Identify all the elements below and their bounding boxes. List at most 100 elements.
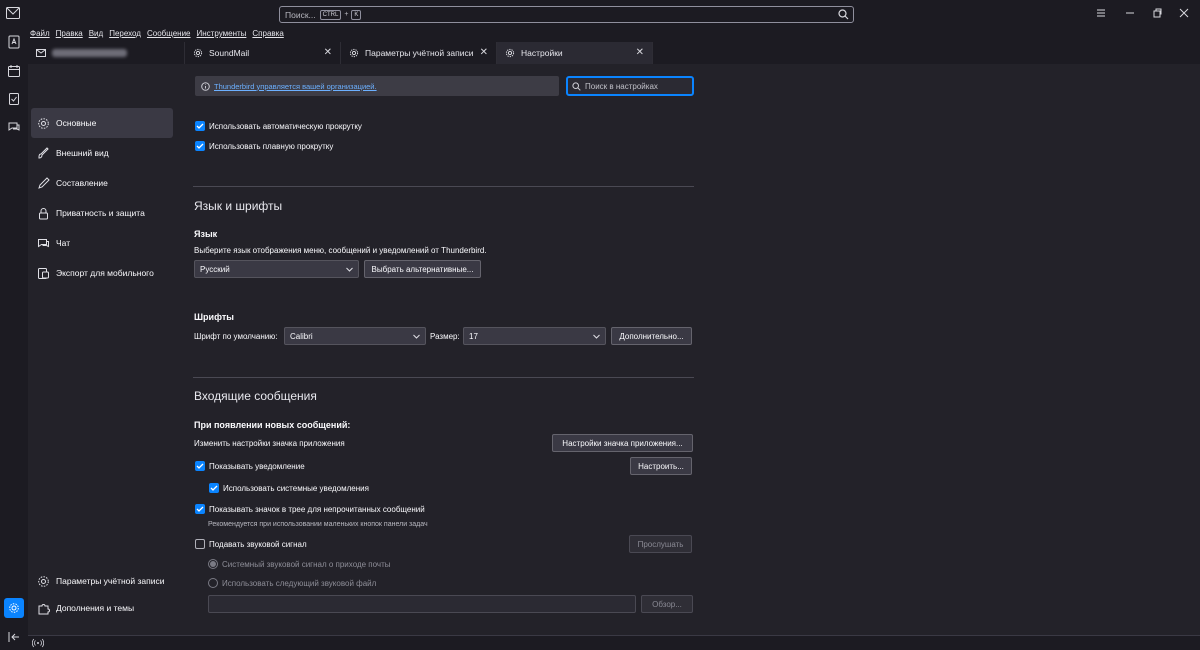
sound-file-path-input[interactable] bbox=[208, 595, 636, 613]
app-icon-settings-label: Изменить настройки значка приложения bbox=[194, 439, 345, 448]
find-in-settings-input[interactable]: Поиск в настройках bbox=[566, 76, 694, 96]
tray-icon-checkbox[interactable]: Показывать значок в трее для непрочитанн… bbox=[195, 504, 425, 514]
select-value: Русский bbox=[200, 264, 230, 274]
menu-file[interactable]: Файл bbox=[30, 29, 50, 41]
pencil-icon bbox=[38, 176, 50, 189]
nav-item-appearance[interactable]: Внешний вид bbox=[31, 138, 173, 168]
gear-icon bbox=[38, 575, 49, 587]
advanced-fonts-button[interactable]: Дополнительно... bbox=[611, 327, 692, 345]
mail-icon[interactable] bbox=[6, 7, 20, 19]
tab-label: Параметры учётной записи bbox=[365, 48, 474, 58]
system-notifications-checkbox[interactable]: Использовать системные уведомления bbox=[209, 483, 369, 493]
info-icon bbox=[201, 81, 210, 91]
nav-item-privacy[interactable]: Приватность и защита bbox=[31, 198, 173, 228]
settings-icon bbox=[505, 48, 515, 58]
default-font-label: Шрифт по умолчанию: bbox=[194, 332, 278, 341]
radio-unselected-icon bbox=[208, 578, 218, 588]
tasks-icon[interactable] bbox=[7, 92, 21, 106]
choose-alternative-languages-button[interactable]: Выбрать альтернативные... bbox=[364, 260, 481, 278]
find-placeholder: Поиск в настройках bbox=[585, 81, 658, 91]
nav-item-addons[interactable]: Дополнения и темы bbox=[31, 593, 173, 623]
address-book-icon[interactable] bbox=[7, 35, 21, 49]
menu-go[interactable]: Переход bbox=[109, 29, 141, 41]
section-divider bbox=[193, 377, 694, 378]
nav-item-general[interactable]: Основные bbox=[31, 108, 173, 138]
maximize-icon[interactable] bbox=[1151, 7, 1163, 19]
chat-icon[interactable] bbox=[7, 120, 21, 134]
tab-soundmail[interactable]: SoundMail ✕ bbox=[185, 42, 341, 64]
spaces-toolbar bbox=[0, 28, 28, 650]
nav-label: Основные bbox=[56, 118, 97, 128]
menu-view[interactable]: Вид bbox=[89, 29, 103, 41]
online-status-icon[interactable] bbox=[32, 638, 44, 648]
menu-help[interactable]: Справка bbox=[252, 29, 283, 41]
minimize-icon[interactable] bbox=[1124, 7, 1136, 19]
menu-message[interactable]: Сообщение bbox=[147, 29, 191, 41]
font-size-select[interactable]: 17 bbox=[463, 327, 606, 345]
show-notification-checkbox[interactable]: Показывать уведомление bbox=[195, 461, 305, 471]
settings-icon bbox=[349, 48, 359, 58]
gear-icon bbox=[38, 117, 49, 129]
tab-mail[interactable] bbox=[28, 42, 185, 64]
calendar-icon[interactable] bbox=[7, 64, 21, 78]
tab-bar: SoundMail ✕ Параметры учётной записи ✕ Н… bbox=[28, 42, 1200, 64]
nav-item-mobile-export[interactable]: Экспорт для мобильного bbox=[31, 258, 173, 288]
gear-icon bbox=[9, 603, 19, 613]
app-menu-icon[interactable] bbox=[1095, 7, 1107, 19]
status-bar bbox=[28, 635, 1200, 650]
auto-scroll-checkbox[interactable]: Использовать автоматическую прокрутку bbox=[195, 121, 362, 131]
app-icon-settings-button[interactable]: Настройки значка приложения... bbox=[552, 434, 693, 452]
menu-bar: Файл Правка Вид Переход Сообщение Инстру… bbox=[30, 29, 284, 41]
close-tab-icon[interactable]: ✕ bbox=[480, 47, 488, 58]
checkbox-label: Использовать плавную прокрутку bbox=[209, 141, 334, 151]
play-sound-checkbox[interactable]: Подавать звуковой сигнал bbox=[195, 539, 307, 549]
mobile-icon bbox=[38, 267, 49, 279]
checkbox-label: Показывать уведомление bbox=[209, 461, 305, 471]
menu-edit[interactable]: Правка bbox=[56, 29, 83, 41]
preview-sound-button[interactable]: Прослушать bbox=[629, 535, 692, 553]
settings-space-button[interactable] bbox=[4, 598, 24, 618]
font-size-label: Размер: bbox=[430, 332, 460, 341]
brush-icon bbox=[38, 146, 49, 159]
tab-label: SoundMail bbox=[209, 48, 250, 58]
checkbox-unchecked-icon bbox=[195, 539, 205, 549]
fonts-heading: Шрифты bbox=[194, 312, 234, 322]
smooth-scroll-checkbox[interactable]: Использовать плавную прокрутку bbox=[195, 141, 333, 151]
default-font-select[interactable]: Calibri bbox=[284, 327, 426, 345]
search-placeholder: Поиск... bbox=[285, 9, 316, 20]
kbd-plus: + bbox=[344, 11, 349, 18]
close-tab-icon[interactable]: ✕ bbox=[636, 47, 644, 58]
radio-label: Системный звуковой сигнал о приходе почт… bbox=[222, 559, 391, 569]
nav-item-composition[interactable]: Составление bbox=[31, 168, 173, 198]
tab-settings[interactable]: Настройки ✕ bbox=[497, 42, 653, 64]
chevron-down-icon bbox=[593, 334, 600, 339]
section-title-language-fonts: Язык и шрифты bbox=[194, 199, 283, 213]
language-select[interactable]: Русский bbox=[194, 260, 359, 278]
nav-item-account-settings[interactable]: Параметры учётной записи bbox=[31, 566, 173, 596]
nav-label: Внешний вид bbox=[56, 148, 109, 158]
collapse-toolbar-icon[interactable] bbox=[7, 630, 21, 644]
tab-account-settings[interactable]: Параметры учётной записи ✕ bbox=[341, 42, 497, 64]
kbd-k: K bbox=[351, 9, 362, 20]
configure-notification-button[interactable]: Настроить... bbox=[630, 457, 692, 475]
checkbox-checked-icon bbox=[209, 483, 219, 493]
chevron-down-icon bbox=[413, 334, 420, 339]
nav-label: Приватность и защита bbox=[56, 208, 145, 218]
chevron-down-icon bbox=[346, 267, 353, 272]
close-tab-icon[interactable]: ✕ bbox=[324, 47, 332, 58]
global-search-input[interactable]: Поиск... CTRL + K bbox=[279, 6, 854, 23]
system-sound-radio[interactable]: Системный звуковой сигнал о приходе почт… bbox=[208, 559, 391, 569]
search-icon[interactable] bbox=[838, 9, 849, 20]
checkbox-checked-icon bbox=[195, 461, 205, 471]
browse-sound-button[interactable]: Обзор... bbox=[641, 595, 693, 613]
nav-item-chat[interactable]: Чат bbox=[31, 228, 173, 258]
menu-tools[interactable]: Инструменты bbox=[197, 29, 247, 41]
custom-sound-radio[interactable]: Использовать следующий звуковой файл bbox=[208, 578, 376, 588]
section-title-incoming: Входящие сообщения bbox=[194, 389, 317, 403]
close-window-icon[interactable] bbox=[1178, 7, 1190, 19]
policy-link[interactable]: Thunderbird управляется вашей организаци… bbox=[214, 82, 377, 91]
settings-nav: Основные Внешний вид Составление Приватн… bbox=[28, 64, 178, 635]
checkbox-checked-icon bbox=[195, 504, 205, 514]
puzzle-icon bbox=[38, 603, 50, 614]
nav-label: Дополнения и темы bbox=[56, 603, 135, 613]
